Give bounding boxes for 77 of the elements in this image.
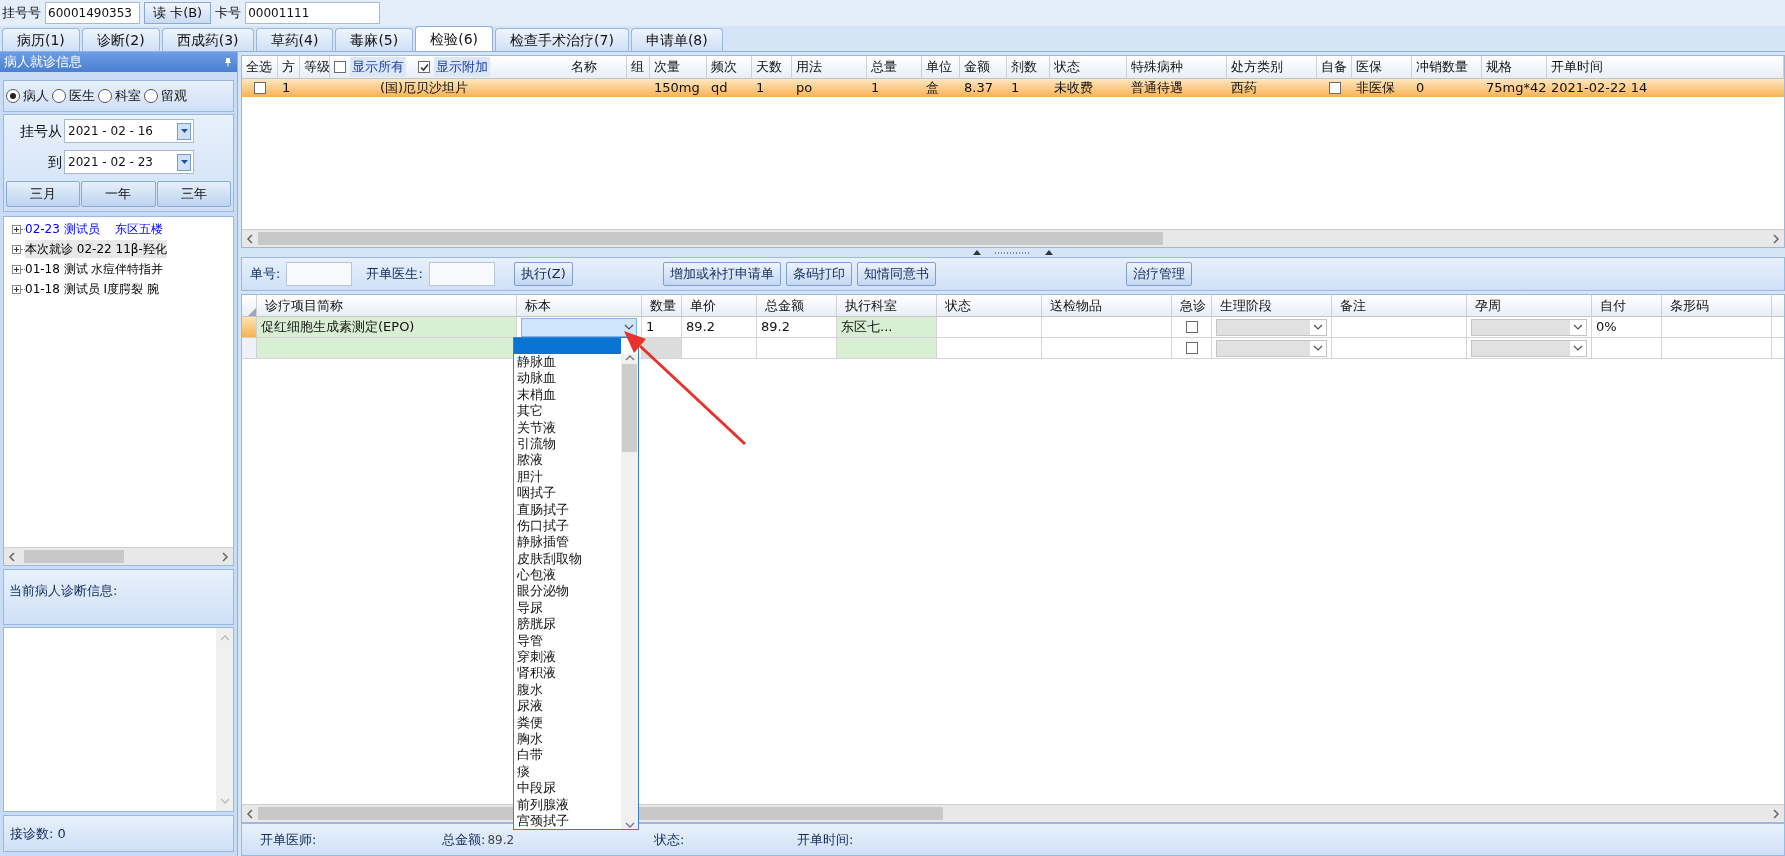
column-header: 总金额	[765, 296, 804, 315]
column-header: 处方类别	[1231, 58, 1283, 77]
column-header: 标本	[525, 296, 551, 315]
field-label: 开单医生:	[366, 265, 423, 284]
column-header: 频次	[711, 58, 737, 77]
column-header: 生理阶段	[1220, 296, 1272, 315]
table-cell-text: 0	[1416, 79, 1425, 98]
table-cell-text: (国)厄贝沙坦片	[380, 79, 469, 98]
column-header: 剂数	[1011, 58, 1037, 77]
column-header: 状态	[945, 296, 971, 315]
status-label: 开单时间:	[797, 830, 854, 849]
table-cell-text: 75mg*42	[1486, 79, 1547, 98]
table-cell: 东区七...	[837, 317, 937, 337]
column-header: 特殊病种	[1131, 58, 1183, 77]
visit-count: 接诊数: 0	[10, 824, 66, 843]
table-cell-text: 150mg	[654, 79, 700, 98]
table-cell-text: 非医保	[1356, 79, 1395, 98]
table-cell-text: 8.37	[964, 79, 993, 98]
column-header: 等级	[304, 58, 329, 77]
radio-label: 科室	[115, 87, 141, 106]
column-header: 次量	[654, 58, 680, 77]
field-label: 单号:	[250, 265, 281, 284]
table-cell-text: 未收费	[1054, 79, 1093, 98]
column-header: 开单时间	[1551, 58, 1603, 77]
column-header: 规格	[1486, 58, 1512, 77]
status-label: 总金额:	[442, 830, 486, 849]
column-header: 急诊	[1180, 296, 1206, 315]
option-label: 显示附加	[434, 57, 490, 77]
column-header: 医保	[1356, 58, 1382, 77]
table-cell-text: 1	[1011, 79, 1020, 98]
column-header: 冲销数量	[1416, 58, 1468, 77]
option-label: 显示所有	[350, 57, 406, 77]
column-header: 自备	[1321, 58, 1347, 77]
table-cell-text: 1	[871, 79, 880, 98]
column-header: 诊疗项目简称	[265, 296, 343, 315]
panel-title: 病人就诊信息	[4, 53, 82, 72]
column-header: 单价	[690, 296, 716, 315]
column-header: 天数	[756, 58, 782, 77]
table-cell: 1	[642, 317, 682, 337]
section-title: 当前病人诊断信息:	[9, 583, 118, 598]
field-label: 卡号	[215, 4, 242, 23]
table-cell-text: 2021-02-22 14	[1551, 79, 1648, 98]
field-label: 挂号号	[2, 4, 41, 23]
column-header: 送检物品	[1050, 296, 1102, 315]
column-header: 孕周	[1475, 296, 1501, 315]
table-cell-text: 盒	[926, 79, 939, 98]
table-cell-text: 1	[756, 79, 765, 98]
table-cell-text: 西药	[1231, 79, 1257, 98]
field-label: 挂号从	[19, 121, 63, 141]
field-label: 到	[47, 152, 63, 172]
column-header: 执行科室	[845, 296, 897, 315]
column-header: 名称	[571, 58, 597, 77]
column-header: 备注	[1340, 296, 1366, 315]
column-header: 组	[631, 58, 644, 77]
column-header: 自付	[1600, 296, 1626, 315]
column-header: 状态	[1054, 58, 1080, 77]
column-header: 方	[282, 58, 295, 77]
status-label: 开单医师:	[260, 830, 317, 849]
column-header: 用法	[796, 58, 822, 77]
column-header: 总量	[871, 58, 897, 77]
column-header: 单位	[926, 58, 952, 77]
radio-label: 医生	[69, 87, 95, 106]
status-label: 状态:	[654, 830, 685, 849]
table-cell-text: qd	[711, 79, 728, 98]
radio-label: 留观	[161, 87, 187, 106]
column-header: 全选	[246, 58, 272, 77]
table-cell-text: 1	[282, 79, 291, 98]
table-cell: 0%	[1592, 317, 1662, 337]
column-header: 数量	[650, 296, 676, 315]
column-header: 金额	[964, 58, 990, 77]
table-cell: 89.2	[682, 317, 757, 337]
column-header: 条形码	[1670, 296, 1709, 315]
table-cell-text: po	[796, 79, 813, 98]
status-value: 89.2	[487, 831, 515, 849]
radio-label: 病人	[23, 87, 49, 106]
table-cell-text: 普通待遇	[1131, 79, 1183, 98]
table-cell: 促红细胞生成素测定(EPO)	[257, 317, 517, 337]
